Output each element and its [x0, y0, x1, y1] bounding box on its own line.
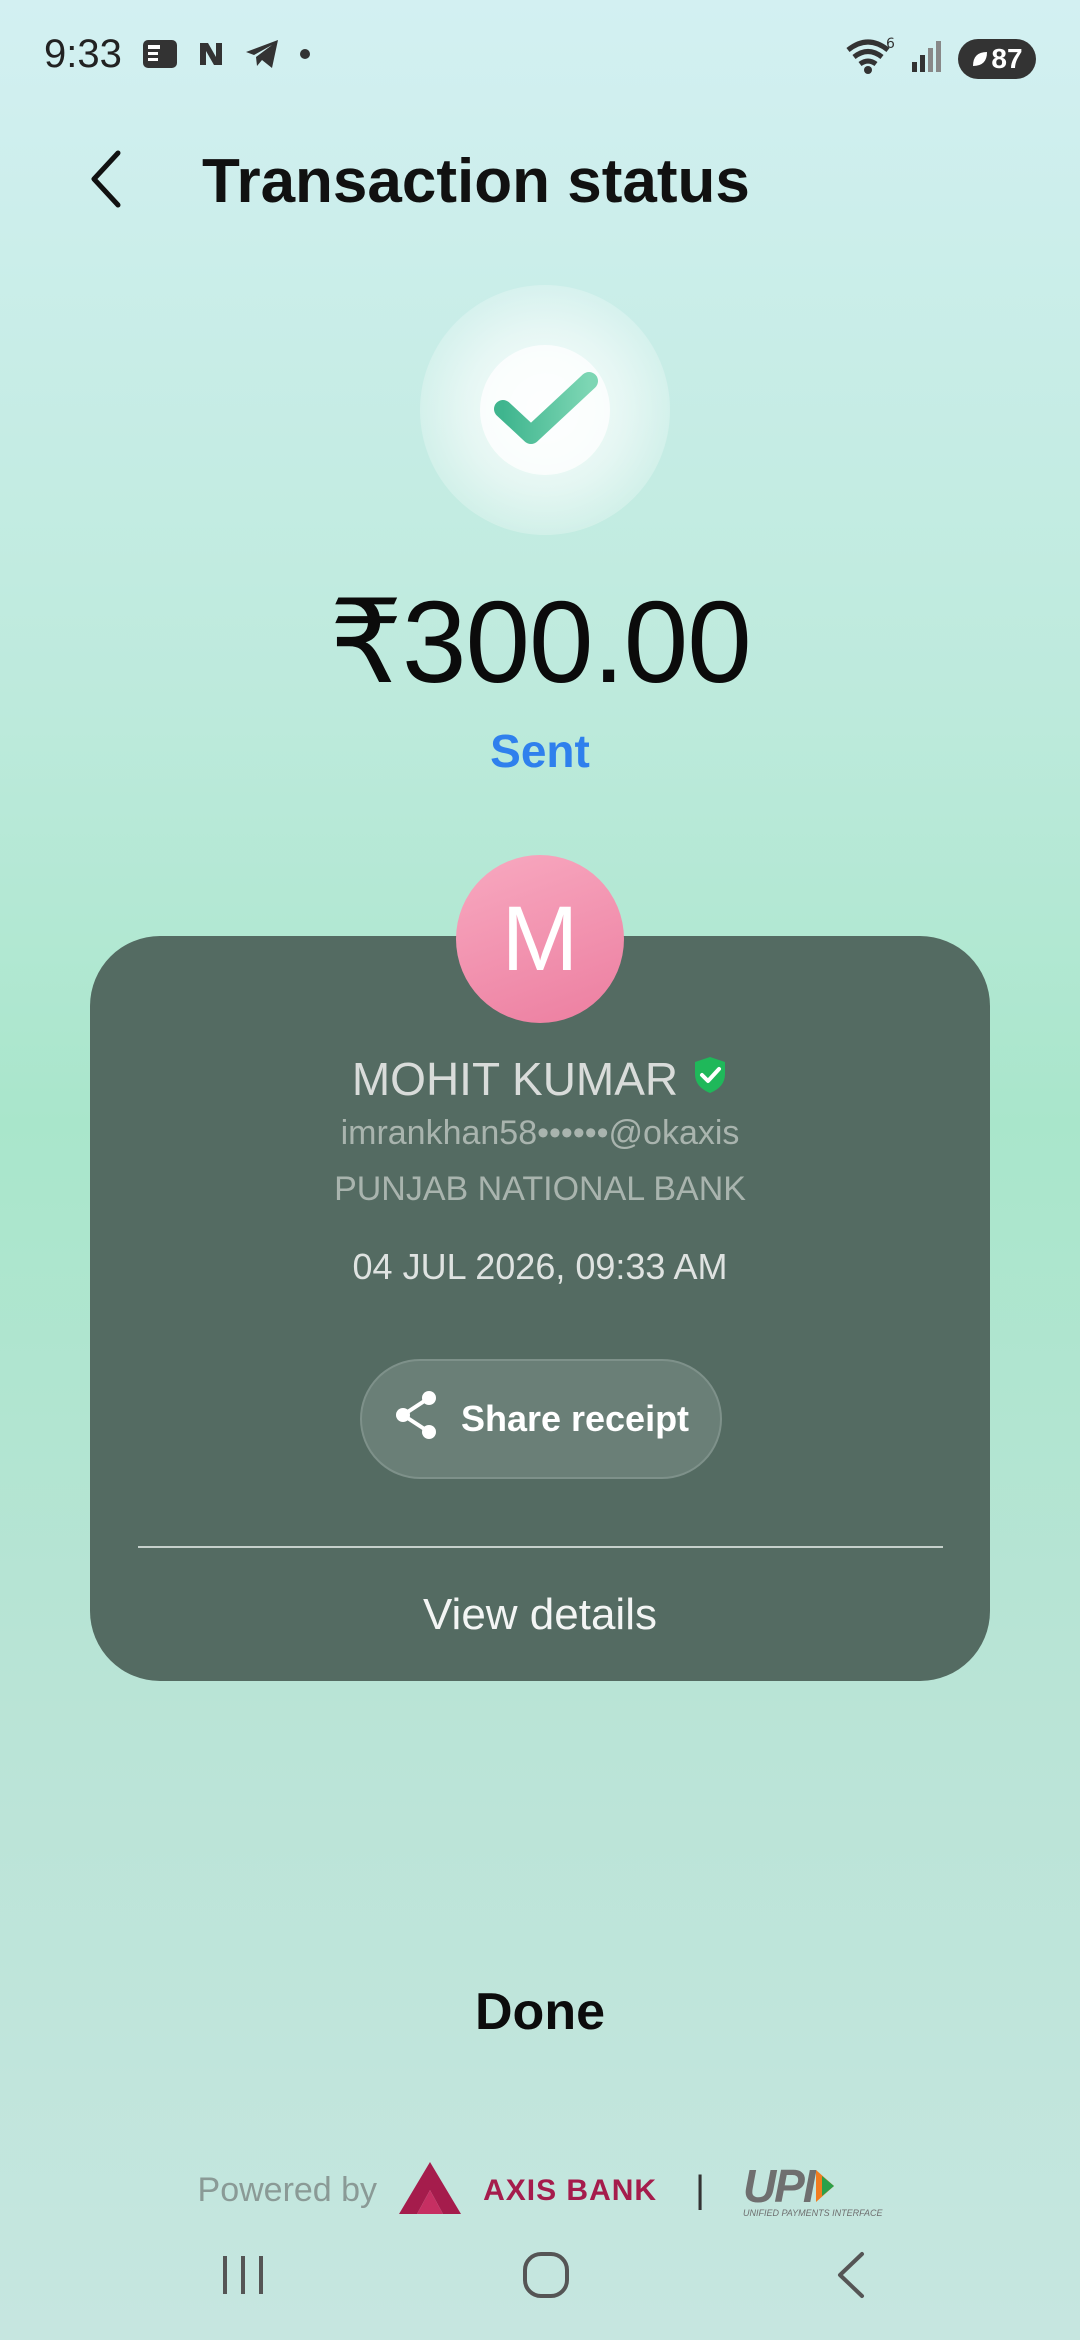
recipient-bank: PUNJAB NATIONAL BANK	[334, 1170, 746, 1208]
share-receipt-button[interactable]: Share receipt	[360, 1359, 722, 1479]
page-title: Transaction status	[202, 147, 750, 216]
transaction-status-label: Sent	[490, 725, 590, 777]
success-indicator	[420, 285, 670, 535]
battery-saver-icon	[971, 43, 989, 75]
avatar: M	[456, 855, 624, 1023]
status-bar: 9:33 6 87	[0, 0, 1080, 112]
recipient-name: MOHIT KUMAR	[351, 1053, 679, 1105]
chevron-left-icon	[91, 150, 121, 208]
app-n-icon	[196, 39, 226, 74]
upi-arrow-icon	[815, 2169, 834, 2202]
success-badge	[480, 345, 610, 475]
dot-icon	[298, 47, 312, 66]
powered-by-label: Powered by	[197, 2171, 378, 2209]
verified-shield-icon	[692, 1052, 728, 1106]
share-icon	[393, 1390, 439, 1449]
home-button[interactable]	[486, 2240, 606, 2310]
system-icons: 6 87	[844, 36, 1036, 81]
battery-indicator: 87	[958, 38, 1036, 79]
upi-logo: UPI UNIFIED PAYMENTS INTERFACE	[742, 2159, 883, 2218]
telegram-icon	[244, 38, 280, 75]
home-icon	[523, 2252, 569, 2298]
news-icon	[142, 39, 178, 74]
recipient-card	[90, 936, 990, 1681]
powered-by-footer: Powered by AXIS BANK | UPI UNIFIED PAYME…	[0, 2160, 1080, 2221]
upi-logo-text: UPI	[742, 2159, 816, 2212]
card-divider	[138, 1546, 943, 1548]
recents-button[interactable]	[184, 2240, 304, 2310]
signal-icon	[910, 38, 944, 79]
recents-icon	[223, 2256, 263, 2294]
nav-back-button[interactable]	[790, 2240, 910, 2310]
view-details-button[interactable]: View details	[0, 1590, 1080, 1640]
app-header: Transaction status	[0, 130, 1080, 230]
axis-bank-name: AXIS BANK	[483, 2173, 658, 2207]
notification-icons	[142, 38, 312, 75]
transaction-datetime: 04 JUL 2026, 09:33 AM	[352, 1246, 728, 1287]
transaction-amount: ₹300.00	[329, 577, 752, 707]
network-badge: 6	[886, 36, 895, 52]
recipient-name-row: MOHIT KUMAR	[0, 1052, 1080, 1106]
done-button[interactable]: Done	[440, 1982, 640, 2052]
share-receipt-label: Share receipt	[460, 1398, 690, 1439]
battery-level: 87	[991, 42, 1023, 74]
upi-subtitle: UNIFIED PAYMENTS INTERFACE	[742, 2207, 883, 2218]
status-time: 9:33	[44, 32, 122, 76]
back-button[interactable]	[76, 144, 136, 214]
wifi-icon: 6	[844, 36, 896, 81]
checkmark-icon	[494, 372, 598, 444]
back-arrow-icon	[838, 2252, 864, 2298]
system-nav-bar	[0, 2240, 1080, 2340]
recipient-upi-id: imrankhan58••••••@okaxis	[340, 1114, 740, 1152]
footer-separator: |	[695, 2169, 705, 2211]
axis-bank-logo-icon	[397, 2160, 463, 2221]
